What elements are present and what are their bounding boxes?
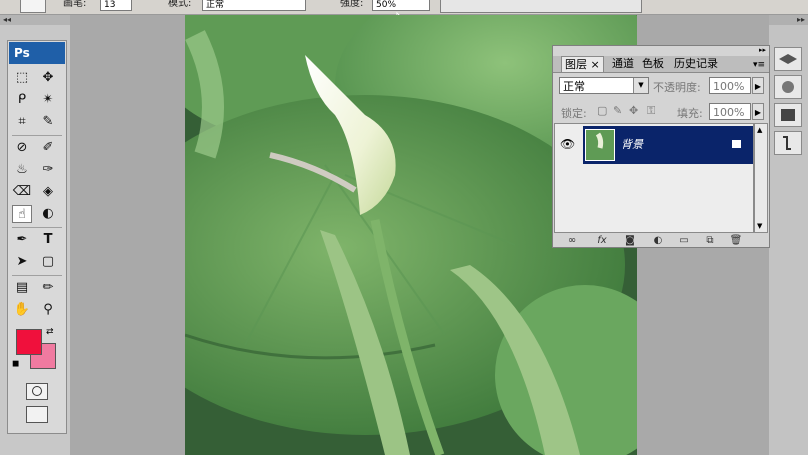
slice-tool-icon[interactable]: ✎ [38, 113, 58, 131]
layer-row[interactable]: 背景 [583, 126, 753, 164]
tab-channels[interactable]: 通道 [609, 56, 637, 72]
ps-logo: Ps [9, 42, 65, 64]
lock-all-icon[interactable]: ⚿ [647, 104, 655, 118]
collapse-icon[interactable]: ◂◂ [0, 15, 70, 25]
hand-tool-icon[interactable]: ✋ [12, 301, 32, 319]
swap-colors-icon[interactable]: ⇄ [46, 327, 54, 337]
trash-icon[interactable]: 🗑 [728, 234, 744, 247]
new-group-icon[interactable]: ▭ [676, 234, 692, 247]
dodge-tool-icon[interactable]: ◐ [38, 205, 58, 223]
fill-field[interactable]: 100% [709, 103, 751, 120]
scroll-down-icon[interactable]: ▼ [757, 222, 762, 230]
blend-mode-select[interactable]: 正常 ▼ [559, 77, 649, 94]
separator [12, 135, 62, 136]
layer-list-scrollbar[interactable]: ▲ ▼ [754, 123, 768, 233]
brush-label: 画笔: [63, 0, 87, 9]
quick-mask-button[interactable] [26, 383, 48, 400]
channels-dock-icon[interactable] [774, 75, 802, 99]
sample-all-layers[interactable] [440, 0, 642, 13]
history-dock-icon[interactable] [774, 131, 802, 155]
layers-dock-icon[interactable] [774, 47, 802, 71]
tab-history[interactable]: 历史记录 [671, 56, 721, 72]
layer-style-icon[interactable]: fx [594, 234, 610, 247]
screen-mode-button[interactable] [26, 406, 48, 423]
toolbox: Ps ⬚ ✥ ᑭ ✴ ⌗ ✎ ⊘ ✐ ♨ ✑ ⌫ ◈ ☝ ◐ ✒ T ➤ ▢ ▤… [7, 40, 67, 434]
notes-tool-icon[interactable]: ▤ [12, 279, 32, 297]
lock-icon [732, 140, 741, 148]
foreground-color-swatch[interactable] [16, 329, 42, 355]
eyedropper-tool-icon[interactable]: ✏ [38, 279, 58, 297]
quick-mask-icon [32, 386, 42, 396]
magic-wand-tool-icon[interactable]: ✴ [38, 91, 58, 109]
opacity-label: 强度: [340, 0, 364, 9]
tool-preset-picker[interactable] [20, 0, 46, 13]
right-dock: ▸▸ [769, 15, 808, 455]
pen-tool-icon[interactable]: ✒ [12, 231, 32, 249]
add-mask-icon[interactable]: ◙ [622, 234, 638, 247]
adjustment-layer-icon[interactable]: ◐ [650, 234, 666, 247]
new-layer-icon[interactable]: ⧉ [702, 234, 718, 247]
layer-thumbnail [585, 129, 615, 161]
path-select-tool-icon[interactable]: ➤ [12, 253, 32, 271]
crop-tool-icon[interactable]: ⌗ [12, 113, 32, 131]
layer-list: 👁 背景 [554, 123, 754, 233]
panel-menu-icon[interactable]: ▾≡ [753, 60, 765, 70]
default-colors-icon[interactable]: ◼ [12, 359, 19, 369]
rect-marquee-tool-icon[interactable]: ⬚ [12, 69, 32, 87]
eye-icon[interactable]: 👁 [560, 137, 575, 151]
chevron-down-icon[interactable]: ▼ [633, 78, 648, 93]
panel-tabs: 图层 × 通道 色板 历史记录 [553, 56, 769, 73]
panel-collapse-icon[interactable]: ▸▸ [759, 46, 766, 54]
lock-transparency-icon[interactable]: ▢ [597, 104, 607, 117]
type-tool-icon[interactable]: T [38, 231, 58, 249]
paint-bucket-tool-icon[interactable]: ◈ [38, 183, 58, 201]
layer-name: 背景 [621, 138, 643, 151]
blend-mode-value: 正常 [563, 80, 585, 93]
tab-layers-label: 图层 [565, 58, 587, 71]
lock-position-icon[interactable]: ✥ [629, 104, 638, 117]
fill-slider-arrow[interactable]: ▶ [752, 103, 764, 120]
mode-label: 模式: [168, 0, 192, 9]
link-layers-icon[interactable]: ∞ [564, 234, 580, 247]
close-tab-icon[interactable]: × [591, 58, 600, 71]
clone-stamp-tool-icon[interactable]: ♨ [12, 161, 32, 179]
blend-row: 正常 ▼ 不透明度: 100% ▶ [553, 77, 769, 99]
tab-swatches[interactable]: 色板 [639, 56, 667, 72]
lock-pixels-icon[interactable]: ✎ [613, 104, 622, 117]
layers-panel: ▸▸ 图层 × 通道 色板 历史记录 ▾≡ 正常 ▼ 不透明度: 100% ▶ … [552, 45, 770, 248]
lasso-tool-icon[interactable]: ᑭ [12, 91, 32, 109]
fill-label: 填充: [677, 107, 703, 120]
tab-layers[interactable]: 图层 × [561, 56, 604, 72]
smudge-tool-icon[interactable]: ☝ [12, 205, 32, 223]
mode-select[interactable]: 正常 [202, 0, 306, 11]
brush-tool-icon[interactable]: ✐ [38, 139, 58, 157]
opacity-field[interactable]: 100% [709, 77, 751, 94]
separator [12, 227, 62, 228]
history-brush-tool-icon[interactable]: ✑ [38, 161, 58, 179]
opacity-label: 不透明度: [653, 81, 701, 94]
separator [12, 275, 62, 276]
lock-label: 锁定: [561, 107, 587, 120]
zoom-tool-icon[interactable]: ⚲ [38, 301, 58, 319]
strength-field[interactable]: 50% [372, 0, 430, 11]
move-tool-icon[interactable]: ✥ [38, 69, 58, 87]
layer-actions-bar: ∞ fx ◙ ◐ ▭ ⧉ 🗑 [554, 234, 768, 247]
shape-tool-icon[interactable]: ▢ [38, 253, 58, 271]
healing-brush-tool-icon[interactable]: ⊘ [12, 139, 32, 157]
swatches-dock-icon[interactable] [774, 103, 802, 127]
scroll-up-icon[interactable]: ▲ [757, 126, 762, 134]
expand-dock-icon[interactable]: ▸▸ [769, 15, 808, 25]
brush-size-field[interactable]: 13 [100, 0, 132, 11]
lock-row: 锁定: ▢ ✎ ✥ ⚿ 填充: 100% ▶ [553, 102, 769, 124]
eraser-tool-icon[interactable]: ⌫ [12, 183, 32, 201]
opacity-slider-arrow[interactable]: ▶ [752, 77, 764, 94]
